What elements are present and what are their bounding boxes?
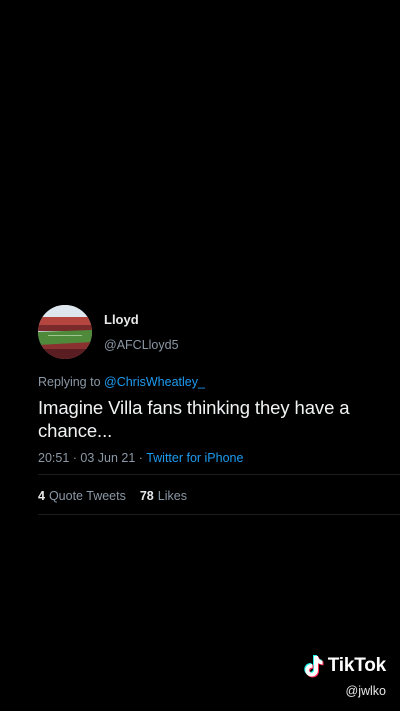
tweet-text: Imagine Villa fans thinking they have a …	[38, 397, 350, 441]
tweet-detail: Lloyd @AFCLloyd5 Replying to @ChrisWheat…	[38, 304, 378, 466]
tweet-source-link[interactable]: Twitter for iPhone	[146, 451, 243, 465]
tweet-stats: 4 Quote Tweets 78 Likes	[38, 488, 201, 504]
tweet-author[interactable]: Lloyd @AFCLloyd5	[38, 304, 378, 360]
like-count: 78	[139, 489, 154, 503]
tiktok-username: @jwlko	[345, 684, 386, 698]
likes-stat[interactable]: 78 Likes	[140, 488, 187, 504]
quote-count: 4	[38, 489, 45, 503]
divider	[38, 514, 400, 515]
quote-label: Quote Tweets	[48, 489, 126, 503]
avatar[interactable]	[38, 305, 92, 359]
tiktok-note-icon	[304, 655, 324, 678]
replying-prefix: Replying to	[38, 375, 105, 389]
tiktok-watermark: TikTok @jwlko	[302, 654, 386, 698]
user-handle[interactable]: @AFCLloyd5	[104, 338, 179, 353]
replying-to: Replying to @ChrisWheatley_	[38, 374, 378, 390]
quote-tweets-stat[interactable]: 4 Quote Tweets	[38, 488, 126, 504]
tweet-timestamp[interactable]: 20:51 · 03 Jun 21 ·	[38, 451, 146, 465]
display-name[interactable]: Lloyd	[104, 312, 179, 328]
stadium-photo-avatar-icon	[38, 305, 92, 359]
like-label: Likes	[157, 489, 187, 503]
tweet-meta: 20:51 · 03 Jun 21 · Twitter for iPhone	[38, 450, 378, 466]
tiktok-brand: TikTok	[327, 655, 386, 676]
replying-mention-link[interactable]: @ChrisWheatley_	[104, 375, 205, 389]
divider	[38, 474, 400, 475]
